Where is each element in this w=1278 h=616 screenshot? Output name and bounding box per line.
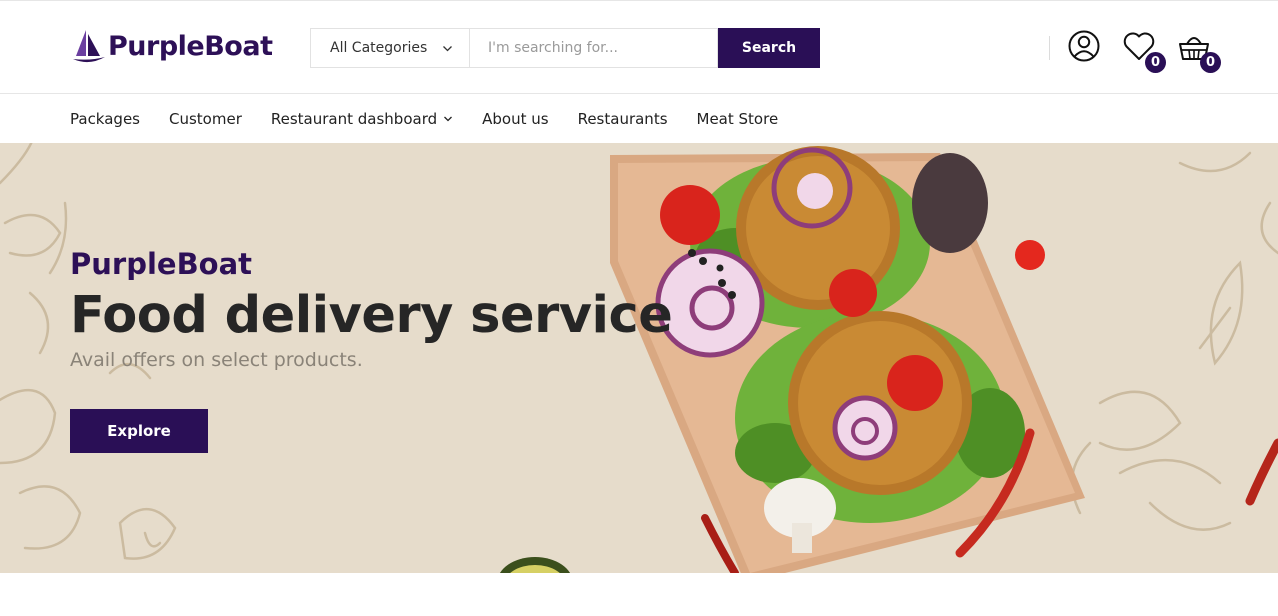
cart-count-badge: 0 xyxy=(1200,52,1221,73)
user-circle-icon xyxy=(1068,30,1100,62)
search-button[interactable]: Search xyxy=(718,28,820,68)
hero-title: Food delivery service xyxy=(70,286,673,345)
brand-name: PurpleBoat xyxy=(108,31,273,62)
nav-item-label: About us xyxy=(482,109,549,128)
brand-logo[interactable]: PurpleBoat xyxy=(72,28,273,66)
wishlist-button[interactable]: 0 xyxy=(1122,29,1166,73)
main-nav: Packages Customer Restaurant dashboard A… xyxy=(0,94,1278,143)
hero-banner: PurpleBoat Food delivery service Avail o… xyxy=(0,143,1278,573)
hero-subtitle: Avail offers on select products. xyxy=(70,349,363,371)
nav-item-restaurants[interactable]: Restaurants xyxy=(578,110,668,128)
search-bar: All Categories Search xyxy=(310,28,820,68)
burger-patties-image xyxy=(610,146,1085,573)
nav-item-label: Packages xyxy=(70,109,140,128)
chevron-down-icon xyxy=(444,116,453,121)
wishlist-count-badge: 0 xyxy=(1145,52,1166,73)
nav-item-restaurant-dashboard[interactable]: Restaurant dashboard xyxy=(271,110,453,128)
cart-button[interactable]: 0 xyxy=(1177,29,1221,73)
hero-eyebrow: PurpleBoat xyxy=(70,247,253,281)
search-input[interactable] xyxy=(469,28,718,68)
boat-logo-icon xyxy=(73,30,105,63)
explore-button[interactable]: Explore xyxy=(70,409,208,453)
category-select-value: All Categories xyxy=(330,40,428,56)
nav-item-label: Restaurant dashboard xyxy=(270,109,438,128)
nav-item-label: Restaurants xyxy=(577,109,668,128)
nav-item-meat-store[interactable]: Meat Store xyxy=(697,110,779,128)
page: PurpleBoat All Categories Search xyxy=(0,0,1278,616)
nav-item-label: Customer xyxy=(169,109,242,128)
nav-item-customer[interactable]: Customer xyxy=(169,110,242,128)
site-header: PurpleBoat All Categories Search xyxy=(0,0,1278,94)
header-divider xyxy=(1049,36,1050,60)
nav-item-label: Meat Store xyxy=(696,109,779,128)
category-select[interactable]: All Categories xyxy=(310,28,469,68)
nav-item-about-us[interactable]: About us xyxy=(482,110,548,128)
nav-item-packages[interactable]: Packages xyxy=(70,110,140,128)
chevron-down-icon xyxy=(443,45,452,51)
account-button[interactable] xyxy=(1067,29,1103,65)
